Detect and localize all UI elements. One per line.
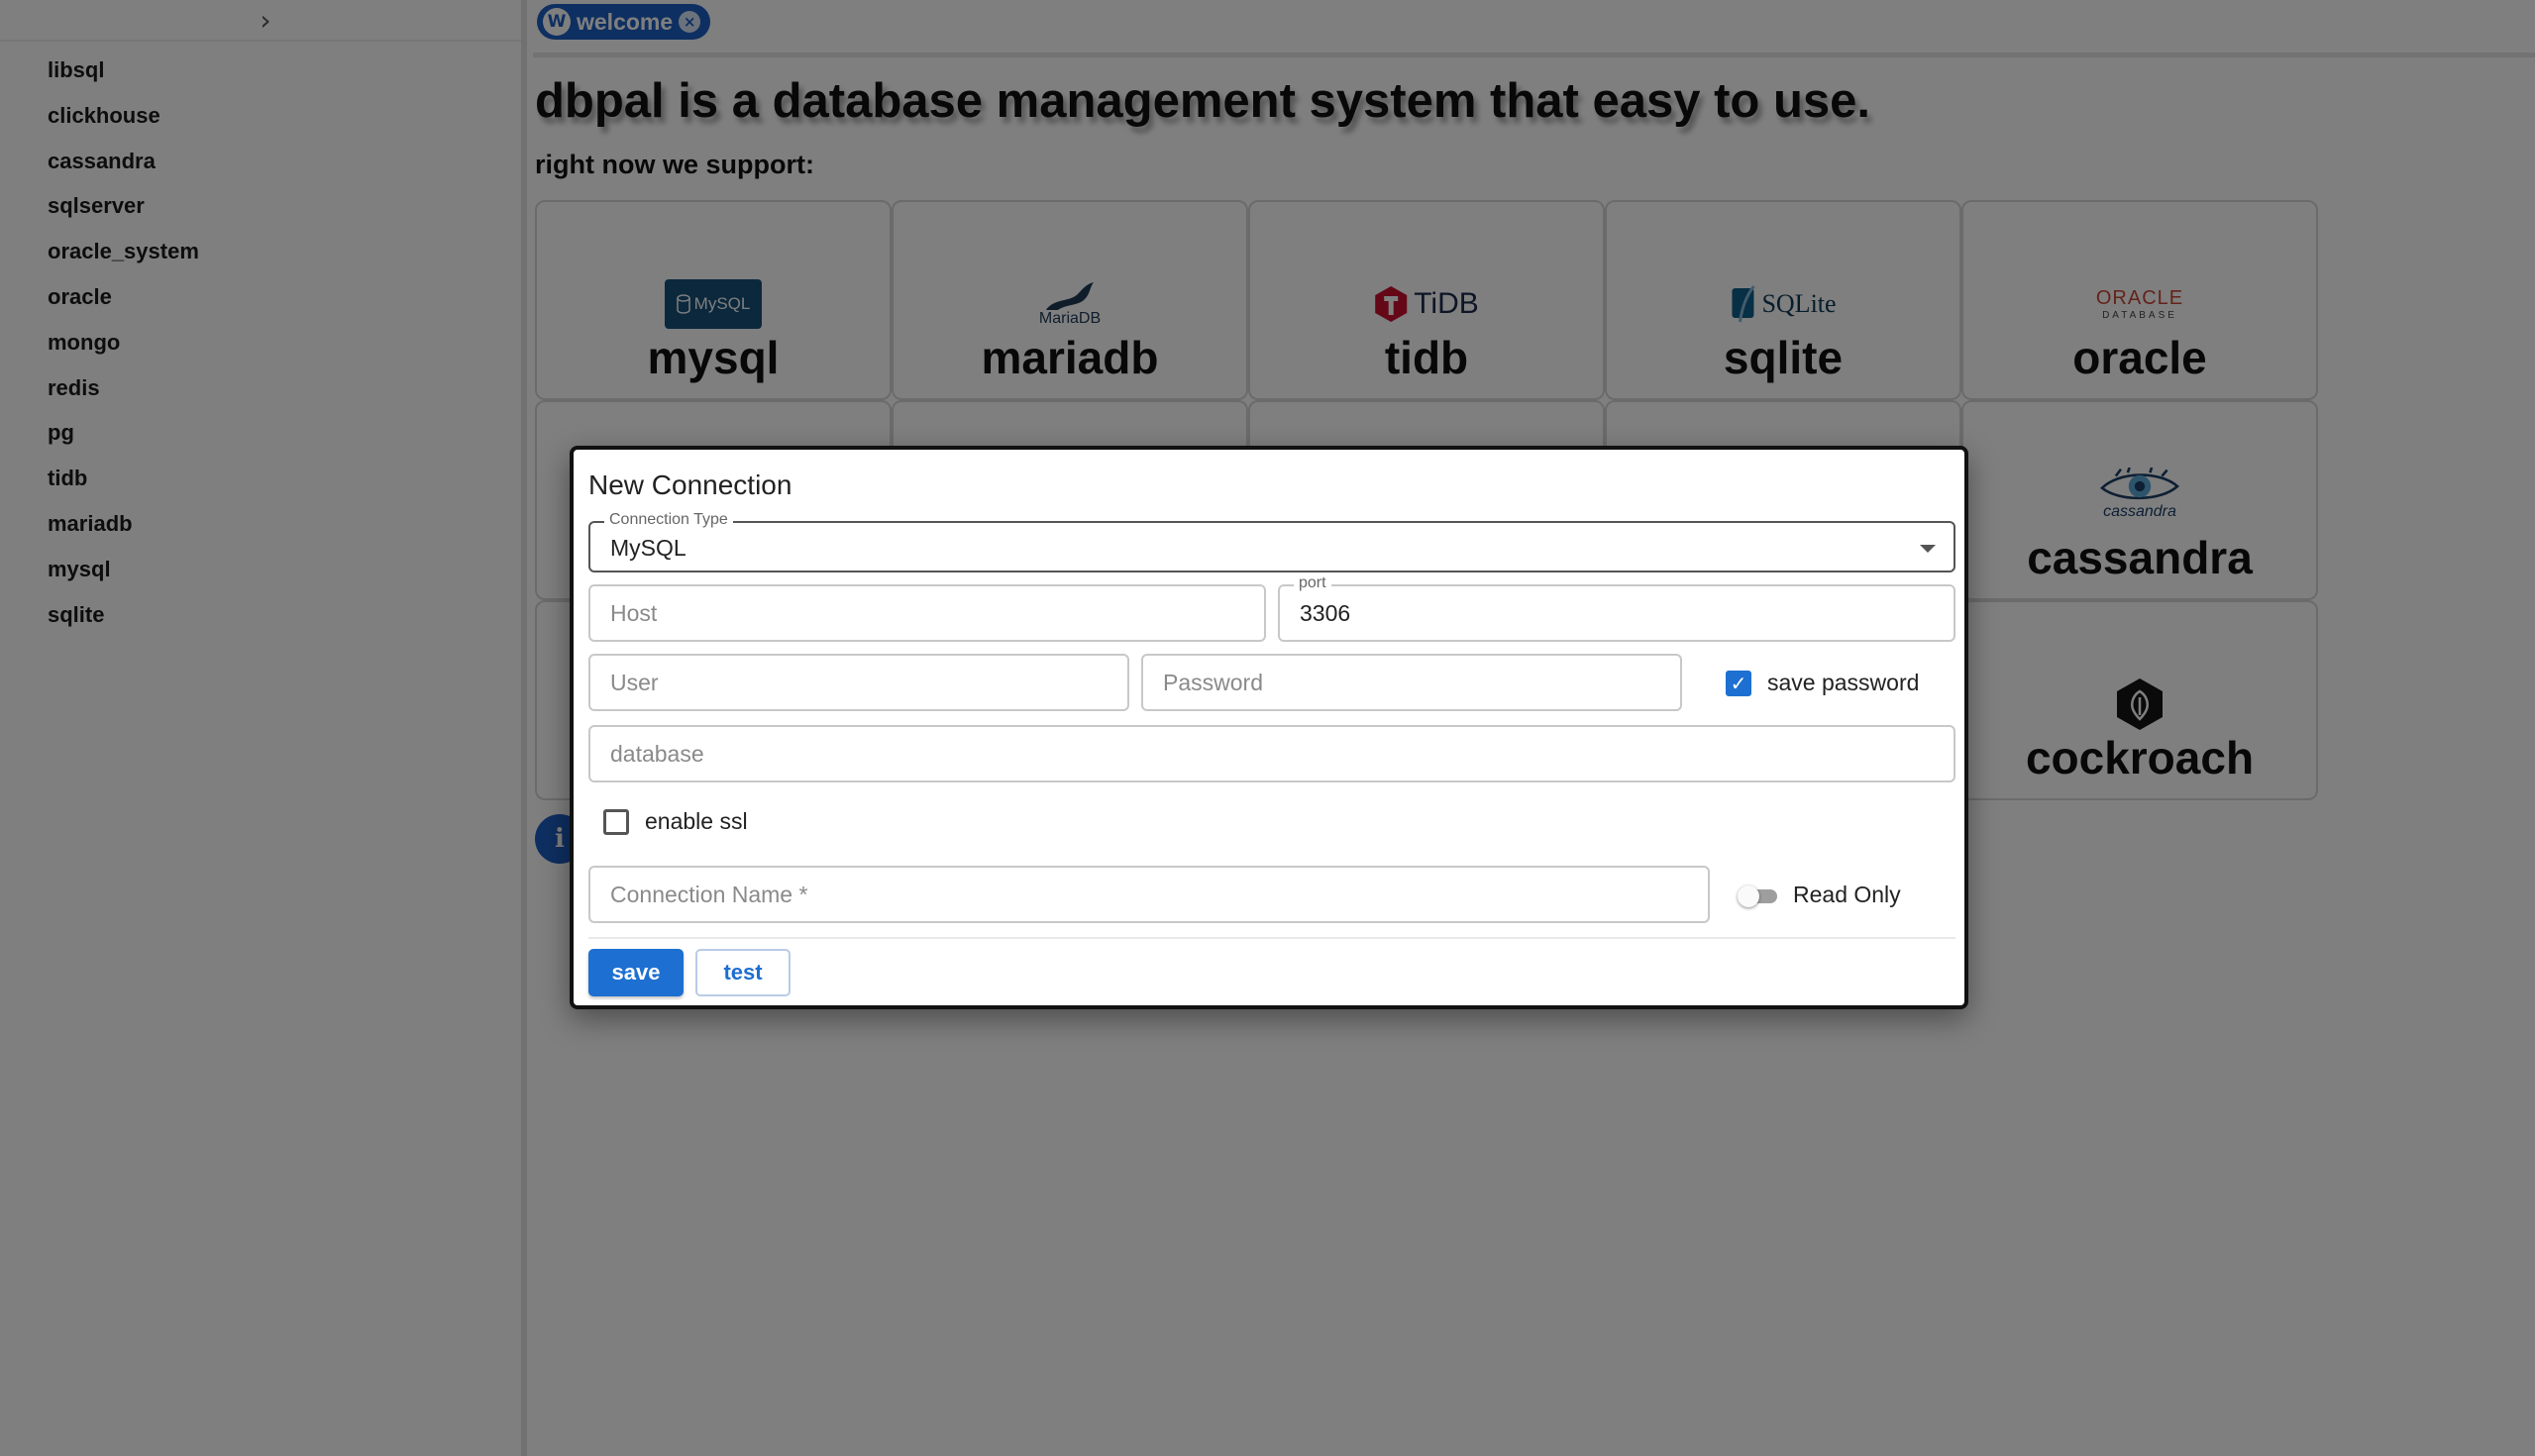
port-field: port	[1278, 574, 1955, 642]
toggle-thumb	[1738, 884, 1759, 907]
new-connection-dialog: New Connection Connection Type MySQL por…	[570, 446, 1968, 1009]
connection-type-value: MySQL	[610, 535, 687, 561]
enable-ssl-checkbox[interactable]	[603, 808, 629, 835]
enable-ssl-row[interactable]: enable ssl	[603, 808, 748, 835]
password-input[interactable]	[1143, 656, 1680, 709]
user-field	[588, 654, 1129, 711]
save-password-checkbox[interactable]: ✓	[1726, 670, 1751, 696]
database-input[interactable]	[590, 727, 1954, 780]
password-field	[1141, 654, 1682, 711]
connection-name-field	[588, 866, 1710, 923]
dialog-divider	[588, 937, 1955, 939]
save-password-label: save password	[1767, 670, 1920, 695]
dialog-title: New Connection	[588, 469, 792, 500]
save-button[interactable]: save	[588, 949, 684, 996]
host-field	[588, 584, 1266, 642]
connection-name-input[interactable]	[590, 868, 1708, 921]
user-input[interactable]	[590, 656, 1127, 709]
read-only-label: Read Only	[1793, 882, 1901, 907]
host-input[interactable]	[590, 586, 1264, 640]
read-only-toggle[interactable]	[1738, 884, 1781, 907]
port-label: port	[1294, 574, 1331, 592]
test-button[interactable]: test	[695, 949, 791, 996]
connection-type-select[interactable]: Connection Type MySQL	[588, 511, 1955, 572]
connection-type-label: Connection Type	[604, 511, 733, 529]
save-password-row[interactable]: ✓ save password	[1726, 670, 1919, 696]
caret-down-icon	[1920, 545, 1936, 553]
read-only-row[interactable]: Read Only	[1738, 882, 1901, 908]
database-field	[588, 725, 1955, 782]
port-input[interactable]	[1280, 586, 1954, 640]
enable-ssl-label: enable ssl	[645, 808, 748, 834]
